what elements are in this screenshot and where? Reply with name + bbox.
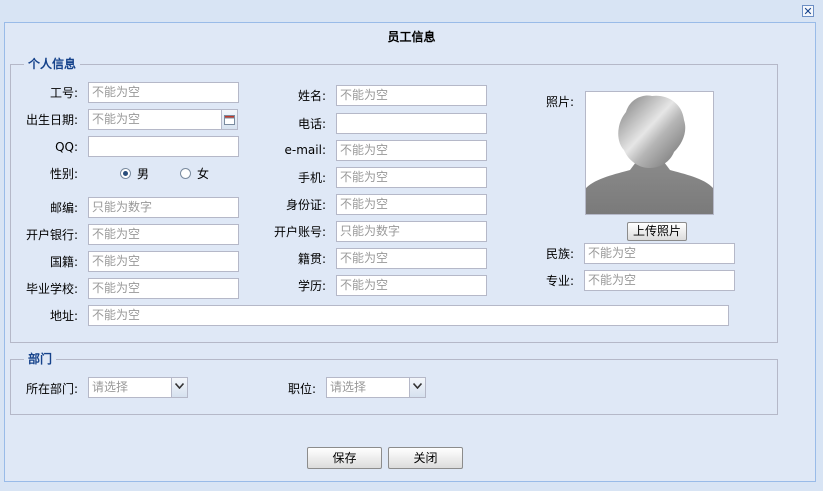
avatar <box>585 91 714 215</box>
account-input[interactable]: 只能为数字 <box>336 221 487 242</box>
gender-label: 性别: <box>49 167 78 181</box>
person-silhouette-icon <box>586 95 713 214</box>
gender-female-radio[interactable] <box>180 168 191 179</box>
phone-input[interactable] <box>336 113 487 134</box>
education-input[interactable]: 不能为空 <box>336 275 487 296</box>
email-input[interactable]: 不能为空 <box>336 140 487 161</box>
email-label: e-mail: <box>284 143 326 157</box>
nationality-label: 国籍: <box>49 255 78 269</box>
account-label: 开户账号: <box>273 225 326 239</box>
gender-female-label[interactable]: 女 <box>197 166 209 182</box>
chevron-down-icon[interactable] <box>171 377 188 398</box>
dept-label: 所在部门: <box>25 382 78 396</box>
dept-select[interactable]: 请选择 <box>88 377 172 398</box>
major-input[interactable]: 不能为空 <box>584 270 735 291</box>
address-label: 地址: <box>49 309 78 323</box>
calendar-icon[interactable] <box>221 109 238 130</box>
save-button[interactable]: 保存 <box>307 447 382 469</box>
gender-male-label[interactable]: 男 <box>137 166 149 182</box>
department-legend: 部门 <box>24 351 57 367</box>
bank-label: 开户银行: <box>25 228 78 242</box>
emp-no-input[interactable]: 不能为空 <box>88 82 239 103</box>
name-label: 姓名: <box>297 89 326 103</box>
id-card-label: 身份证: <box>285 198 326 212</box>
school-input[interactable]: 不能为空 <box>88 278 239 299</box>
qq-label: QQ: <box>55 140 78 154</box>
major-label: 专业: <box>545 274 574 288</box>
personal-info-legend: 个人信息 <box>24 56 81 72</box>
bank-input[interactable]: 不能为空 <box>88 224 239 245</box>
ethnicity-input[interactable]: 不能为空 <box>584 243 735 264</box>
ethnicity-label: 民族: <box>545 247 574 261</box>
id-card-input[interactable]: 不能为空 <box>336 194 487 215</box>
name-input[interactable]: 不能为空 <box>336 85 487 106</box>
gender-male-radio[interactable] <box>120 168 131 179</box>
postcode-label: 邮编: <box>49 201 78 215</box>
address-input[interactable]: 不能为空 <box>88 305 729 326</box>
close-button[interactable]: 关闭 <box>388 447 463 469</box>
birthdate-input[interactable]: 不能为空 <box>88 109 222 130</box>
close-icon[interactable]: ✕ <box>802 5 814 17</box>
birthdate-label: 出生日期: <box>25 113 78 127</box>
native-place-input[interactable]: 不能为空 <box>336 248 487 269</box>
dialog-title: 员工信息 <box>387 30 436 44</box>
window-titlebar <box>0 0 823 22</box>
chevron-down-icon[interactable] <box>409 377 426 398</box>
upload-photo-button[interactable]: 上传照片 <box>627 222 687 241</box>
phone-label: 电话: <box>297 117 326 131</box>
emp-no-label: 工号: <box>49 86 78 100</box>
native-place-label: 籍贯: <box>297 252 326 266</box>
position-select[interactable]: 请选择 <box>326 377 410 398</box>
photo-label: 照片: <box>545 95 574 109</box>
postcode-input[interactable]: 只能为数字 <box>88 197 239 218</box>
education-label: 学历: <box>297 279 326 293</box>
position-label: 职位: <box>287 382 316 396</box>
qq-input[interactable] <box>88 136 239 157</box>
mobile-label: 手机: <box>297 171 326 185</box>
nationality-input[interactable]: 不能为空 <box>88 251 239 272</box>
school-label: 毕业学校: <box>25 282 78 296</box>
mobile-input[interactable]: 不能为空 <box>336 167 487 188</box>
